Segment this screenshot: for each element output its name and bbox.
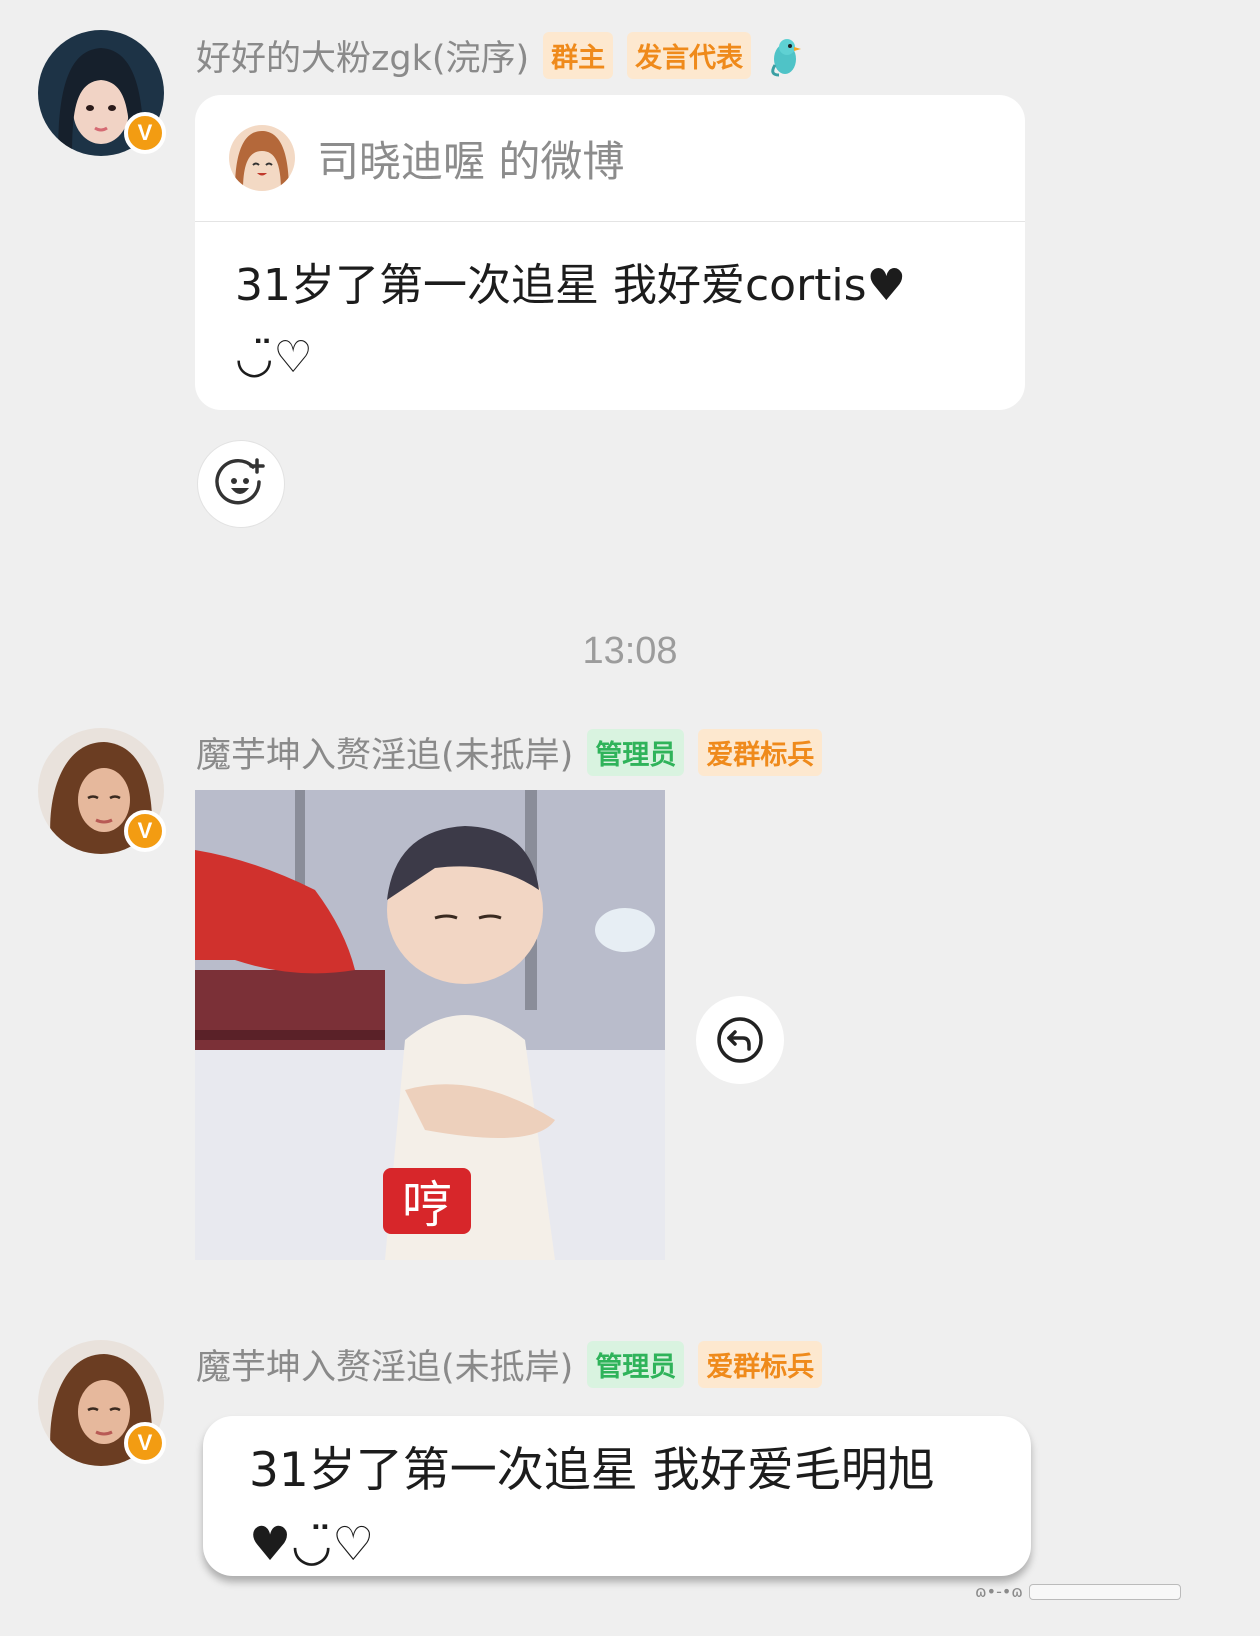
chat-timestamp: 13:08 [582,630,678,672]
reply-icon [717,1017,763,1063]
message-text-emoticon: ♥◡̈♡ [249,1517,375,1572]
add-emoji-icon [215,458,265,505]
shared-weibo-card[interactable]: 司晓迪喔 的微博 31岁了第一次追星 我好爱cortis♥ ◡̈♡ [195,95,1025,410]
weibo-author-avatar [229,125,295,191]
sender-name[interactable]: 好好的大粉zgk(浣序) [196,30,529,81]
card-source-title: 司晓迪喔 的微博 [317,136,625,186]
sender-row-3: 魔芋坤入赘淫追(未抵岸) 管理员 爱群标兵 [196,1339,823,1390]
avatar-sender-2[interactable]: V [38,728,166,854]
sender-name[interactable]: 魔芋坤入赘淫追(未抵岸) [196,1339,573,1390]
sender-row-1: 好好的大粉zgk(浣序) 群主 发言代表 [196,30,803,81]
role-tag-model-member: 爱群标兵 [698,1341,823,1388]
verified-badge-icon: V [124,1422,166,1464]
avatar-sender-3[interactable]: V [38,1340,166,1466]
card-text-emoticon: ◡̈♡ [235,332,313,383]
card-header[interactable]: 司晓迪喔 的微博 [195,95,1025,222]
sticker-caption: 哼 [402,1176,452,1234]
role-tag-model-member: 爱群标兵 [698,729,823,776]
card-body: 31岁了第一次追星 我好爱cortis♥ ◡̈♡ [195,222,1025,394]
role-tag-owner: 群主 [543,32,614,79]
watermark: ɷ•-•ɷ [975,1582,1181,1601]
message-text: 31岁了第一次追星 我好爱毛明旭 [249,1443,935,1498]
parrot-icon [771,38,802,76]
sender-name[interactable]: 魔芋坤入赘淫追(未抵岸) [196,727,573,778]
avatar-sender-1[interactable]: V [38,30,166,156]
card-text: 31岁了第一次追星 我好爱cortis♥ [235,260,907,311]
add-reaction-button[interactable] [197,440,285,528]
sender-row-2: 魔芋坤入赘淫追(未抵岸) 管理员 爱群标兵 [196,727,823,778]
verified-badge-icon: V [124,810,166,852]
quick-reply-button[interactable] [696,996,784,1084]
role-tag-admin: 管理员 [587,1341,685,1388]
role-tag-speaker: 发言代表 [627,32,752,79]
message-bubble[interactable]: 31岁了第一次追星 我好爱毛明旭 ♥◡̈♡ [203,1416,1031,1576]
sticker-image[interactable]: 哼 [195,790,665,1260]
role-tag-admin: 管理员 [587,729,685,776]
verified-badge-icon: V [124,112,166,154]
